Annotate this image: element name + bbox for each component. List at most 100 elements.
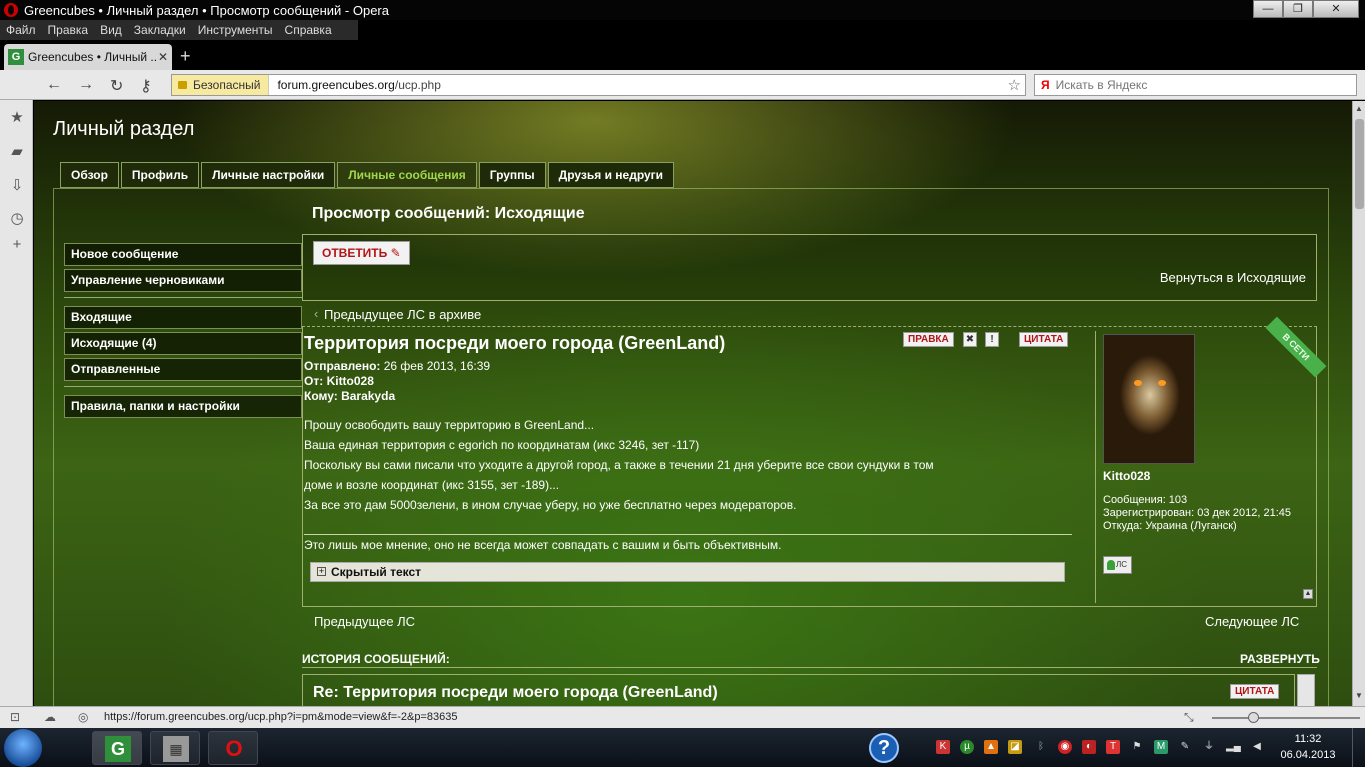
taskbar-calculator[interactable]: ▦ [150,731,200,765]
maximize-button[interactable]: ❐ [1283,0,1313,18]
search-box[interactable]: Я [1034,74,1357,96]
post-body-line: Прошу освободить вашу территорию в Green… [304,418,595,432]
address-bar[interactable]: Безопасный forum.greencubes.org/ucp.php … [171,74,1026,96]
scroll-up-icon[interactable]: ▲ [1355,104,1363,113]
cloud-sync-icon[interactable]: ☁ [44,710,56,724]
opera-logo-icon[interactable] [4,3,18,17]
bluetooth-icon[interactable]: ᛒ [1034,740,1048,754]
avatar[interactable] [1103,334,1195,464]
send-pm-button[interactable]: ЛС [1103,556,1132,574]
notes-icon[interactable]: ▰ [8,142,26,160]
to-user-link[interactable]: Barakyda [341,389,395,403]
previous-archived-pm-link[interactable]: Предыдущее ЛС в архиве [314,306,481,322]
tab-private-messages[interactable]: Личные сообщения [337,162,477,188]
tray-app-icon[interactable]: ▲ [984,740,998,754]
taskbar-greencubes[interactable]: G [92,731,142,765]
menu-view[interactable]: Вид [94,23,128,37]
close-window-button[interactable]: ✕ [1313,0,1359,18]
forward-arrow-icon[interactable]: → [78,76,94,94]
clock-date: 06.04.2013 [1280,749,1336,761]
tray-antivirus-icon[interactable]: K [936,740,950,754]
sidebar-item-inbox[interactable]: Входящие [64,306,302,329]
sidebar-item-rules-folders[interactable]: Правила, папки и настройки [64,395,302,418]
downloads-icon[interactable]: ⇩ [8,176,26,194]
tray-network-plug-icon[interactable]: ⏚ [1202,740,1216,754]
post-body-line: Поскольку вы сами писали что уходите а д… [304,458,934,472]
tray-flag-icon[interactable]: ⚑ [1130,740,1144,754]
history-clock-icon[interactable]: ◷ [8,209,26,227]
minimize-button[interactable]: — [1253,0,1283,18]
close-tab-icon[interactable]: ✕ [158,50,168,64]
expand-history-link[interactable]: РАЗВЕРНУТЬ [1240,652,1320,666]
tray-app-icon[interactable]: ◐ [1082,740,1096,754]
author-username-link[interactable]: Kitto028 [1103,469,1150,483]
history-scrollbar[interactable] [1297,674,1315,706]
tray-app-icon[interactable]: ◪ [1008,740,1022,754]
menu-help[interactable]: Справка [279,23,338,37]
sidebar-item-outbox[interactable]: Исходящие (4) [64,332,302,355]
tab-groups[interactable]: Группы [478,162,546,188]
tab-personal-settings[interactable]: Личные настройки [201,162,336,188]
bookmarks-star-icon[interactable]: ★ [8,108,26,126]
delete-icon[interactable]: ✖ [963,332,977,347]
turbo-icon[interactable]: ◎ [78,710,88,724]
tray-tool-icon[interactable]: ✎ [1178,740,1192,754]
zoom-slider[interactable] [1212,712,1360,723]
section-title: Просмотр сообщений: Исходящие [312,205,585,222]
tray-app-icon[interactable]: M [1154,740,1168,754]
back-arrow-icon[interactable]: ← [46,76,62,94]
key-icon[interactable]: ⚷ [140,76,152,96]
add-panel-icon[interactable]: + [8,236,26,253]
back-to-outbox-link[interactable]: Вернуться в Исходящие [1160,270,1306,285]
tray-utorrent-icon[interactable]: µ [960,740,974,754]
history-post-title: Re: Территория посреди моего города (Gre… [313,684,718,701]
scroll-down-icon[interactable]: ▼ [1355,691,1363,700]
menu-edit[interactable]: Правка [42,23,95,37]
avatar-eye [1158,380,1166,386]
from-user-link[interactable]: Kitto028 [327,374,374,388]
spoiler-toggle[interactable]: + Скрытый текст [310,562,1065,582]
page-scrollbar[interactable]: ▲ ▼ [1352,101,1365,706]
reply-toolbar: ОТВЕТИТЬ ✎ Вернуться в Исходящие [302,234,1317,301]
browser-tab[interactable]: G Greencubes • Личный ... ✕ [4,44,172,70]
show-desktop-button[interactable] [1352,728,1365,767]
tab-overview[interactable]: Обзор [60,162,119,188]
search-input[interactable] [1055,78,1306,92]
volume-icon[interactable]: ◀ [1250,740,1264,754]
help-icon[interactable]: ? [869,733,899,763]
reload-icon[interactable]: ↻ [110,76,123,96]
reply-button[interactable]: ОТВЕТИТЬ ✎ [313,241,410,265]
post-body-line: За все это дам 5000зелени, в ином случае… [304,498,797,512]
quote-button[interactable]: ЦИТАТА [1019,332,1069,347]
taskbar-clock[interactable]: 11:32 06.04.2013 [1278,731,1338,763]
edit-button[interactable]: ПРАВКА [903,332,954,347]
tray-app-icon[interactable]: T [1106,740,1120,754]
scroll-top-icon[interactable]: ▲ [1303,589,1313,599]
next-pm-link[interactable]: Следующее ЛС [1205,614,1299,629]
panel-toggle-icon[interactable]: ⊡ [10,710,20,724]
bookmark-star-icon[interactable]: ☆ [1008,76,1021,94]
menu-bookmarks[interactable]: Закладки [128,23,192,37]
tab-friends-foes[interactable]: Друзья и недруги [547,162,675,188]
secure-badge[interactable]: Безопасный [172,75,270,95]
menu-tools[interactable]: Инструменты [192,23,279,37]
sidebar-item-sent[interactable]: Отправленные [64,358,302,381]
warn-icon[interactable]: ! [985,332,999,347]
view-icon[interactable]: ⤡ [1184,710,1194,725]
sidebar-item-new-message[interactable]: Новое сообщение [64,243,302,266]
url-path: /ucp.php [394,78,441,92]
address-url[interactable]: forum.greencubes.org/ucp.php [277,78,440,92]
history-quote-button[interactable]: ЦИТАТА [1230,684,1280,699]
scrollbar-thumb[interactable] [1355,119,1364,209]
taskbar-opera[interactable]: O [208,731,258,765]
sidebar-item-drafts[interactable]: Управление черновиками [64,269,302,292]
zoom-knob[interactable] [1248,712,1259,723]
previous-pm-link[interactable]: Предыдущее ЛС [314,614,415,629]
tab-profile[interactable]: Профиль [120,162,200,188]
start-button[interactable] [4,729,42,767]
network-signal-icon[interactable]: ▂▄ [1226,740,1241,754]
new-tab-button[interactable]: + [180,46,191,67]
yandex-icon[interactable]: Я [1041,78,1050,92]
tray-media-icon[interactable]: ◉ [1058,740,1072,754]
menu-file[interactable]: Файл [0,23,42,37]
